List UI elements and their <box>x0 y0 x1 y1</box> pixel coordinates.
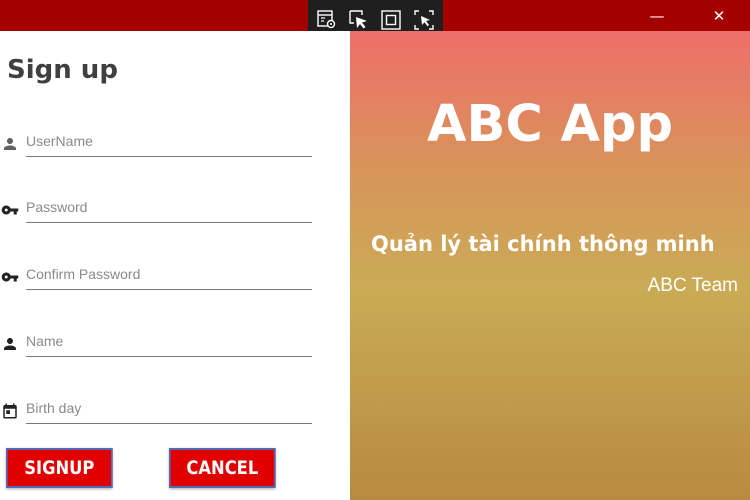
username-input[interactable] <box>26 125 312 157</box>
display-layout-adorners-icon[interactable] <box>380 9 402 31</box>
signup-button[interactable]: SIGNUP <box>6 448 113 488</box>
brand-panel: ABC App Quản lý tài chính thông minh ABC… <box>350 31 750 500</box>
key-icon <box>1 272 19 282</box>
confirm-password-field <box>0 258 320 292</box>
team-name: ABC Team <box>647 275 738 296</box>
person-icon <box>4 338 16 350</box>
live-visual-tree-icon[interactable] <box>316 9 338 31</box>
track-focus-icon[interactable] <box>413 9 435 31</box>
app-slogan: Quản lý tài chính thông minh <box>371 232 715 256</box>
key-icon <box>1 205 19 215</box>
minimize-button[interactable]: — <box>634 0 680 31</box>
calendar-icon <box>3 403 17 419</box>
close-button[interactable]: ✕ <box>696 0 742 31</box>
cancel-button[interactable]: CANCEL <box>169 448 276 488</box>
birthday-input[interactable] <box>26 392 312 424</box>
birthday-field <box>0 392 320 426</box>
password-field <box>0 191 320 225</box>
signup-panel: Sign up SIGNUP CANCEL <box>0 31 350 500</box>
password-input[interactable] <box>26 191 312 223</box>
username-field <box>0 125 320 159</box>
close-icon: ✕ <box>712 6 726 25</box>
name-input[interactable] <box>26 325 312 357</box>
page-title: Sign up <box>7 55 118 85</box>
minimize-icon: — <box>649 6 665 25</box>
person-icon <box>4 138 16 150</box>
name-field <box>0 325 320 359</box>
select-element-icon[interactable] <box>348 9 370 31</box>
confirm-password-input[interactable] <box>26 258 312 290</box>
app-title: ABC App <box>426 95 673 154</box>
